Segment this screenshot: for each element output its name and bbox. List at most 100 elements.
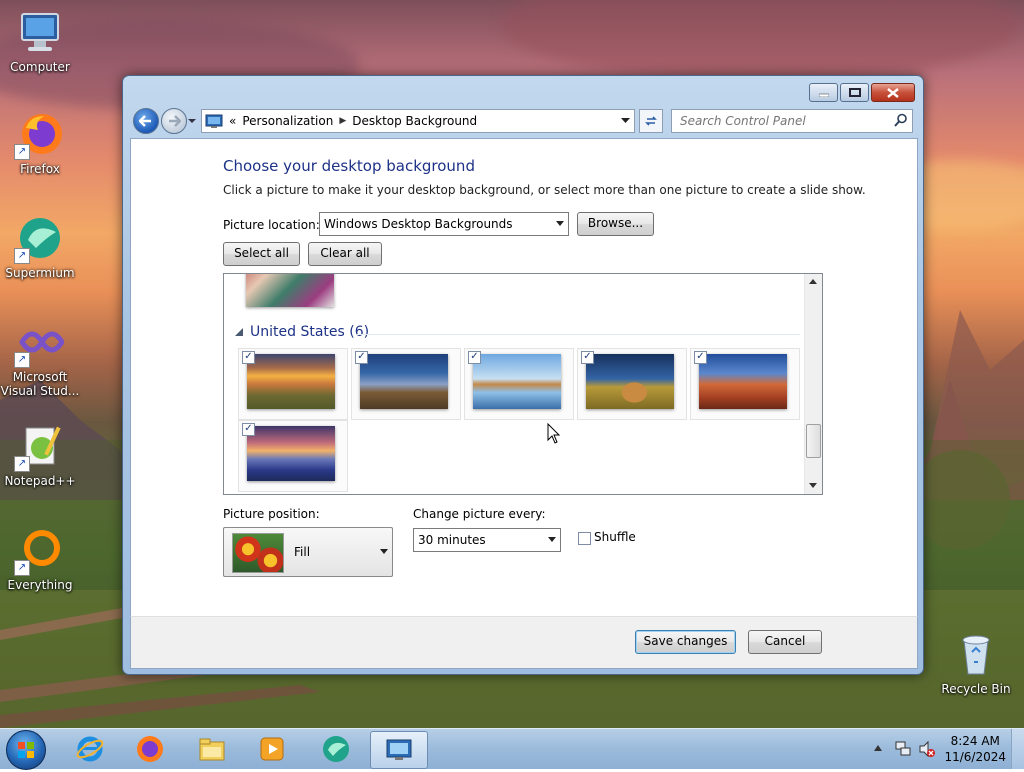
shuffle-checkbox[interactable] bbox=[578, 532, 591, 545]
taskbar: 8:24 AM 11/6/2024 bbox=[0, 728, 1024, 770]
gallery-scrollbar[interactable] bbox=[804, 274, 822, 494]
group-divider bbox=[356, 334, 800, 335]
show-hidden-icons-button[interactable] bbox=[874, 745, 882, 751]
chevron-down-icon bbox=[380, 549, 388, 554]
picture-thumbnail[interactable]: ✓ bbox=[577, 348, 687, 420]
group-header-united-states[interactable]: United States (6) bbox=[234, 324, 369, 340]
previous-group-thumbnail[interactable] bbox=[246, 274, 334, 307]
clock-date: 11/6/2024 bbox=[944, 750, 1006, 764]
recent-pages-button[interactable] bbox=[187, 115, 197, 125]
taskbar-media-player[interactable] bbox=[244, 731, 300, 767]
desktop-icon-everything[interactable]: ↗ Everything bbox=[0, 526, 80, 592]
breadcrumb-personalization[interactable]: Personalization bbox=[242, 114, 333, 128]
breadcrumb-overflow[interactable]: « bbox=[229, 114, 236, 128]
picture-position-select[interactable]: Fill bbox=[223, 527, 393, 577]
firefox-icon: ↗ bbox=[14, 110, 64, 160]
desktop-icon-computer[interactable]: Computer bbox=[0, 8, 80, 74]
breadcrumb-separator-icon[interactable]: ▶ bbox=[339, 116, 346, 126]
desktop-icon-label: Notepad++ bbox=[4, 474, 76, 488]
picture-position-label: Picture position: bbox=[223, 507, 320, 521]
shortcut-arrow-icon: ↗ bbox=[14, 352, 30, 368]
taskbar-internet-explorer[interactable] bbox=[62, 731, 118, 767]
cloud bbox=[500, 0, 1020, 80]
clear-all-button[interactable]: Clear all bbox=[308, 242, 382, 266]
search-input[interactable] bbox=[678, 113, 892, 129]
forward-button[interactable] bbox=[161, 108, 187, 134]
delicate-arch-image bbox=[699, 354, 787, 409]
shortcut-arrow-icon: ↗ bbox=[14, 144, 30, 160]
control-panel-icon bbox=[205, 114, 223, 128]
save-changes-button[interactable]: Save changes bbox=[635, 630, 736, 654]
shuffle-label[interactable]: Shuffle bbox=[594, 530, 636, 544]
start-button[interactable] bbox=[6, 730, 46, 770]
picture-checkbox[interactable]: ✓ bbox=[355, 351, 368, 364]
taskbar-firefox[interactable] bbox=[122, 731, 178, 767]
picture-gallery[interactable]: United States (6) ✓ ✓ ✓ ✓ ✓ ✓ bbox=[223, 273, 823, 495]
desktop-icon-label: Supermium bbox=[5, 266, 75, 280]
address-bar[interactable]: « Personalization ▶ Desktop Background bbox=[201, 109, 635, 133]
scroll-down-icon[interactable] bbox=[809, 483, 817, 488]
media-player-icon bbox=[260, 737, 284, 761]
picture-thumbnail[interactable]: ✓ bbox=[238, 420, 348, 492]
control-panel-icon bbox=[386, 739, 412, 760]
show-desktop-button[interactable] bbox=[1011, 729, 1024, 769]
change-every-label: Change picture every: bbox=[413, 507, 546, 521]
desktop-icon-label: Microsoft Visual Stud... bbox=[0, 370, 80, 398]
back-button[interactable] bbox=[133, 108, 159, 134]
recycle-bin-icon bbox=[952, 630, 1000, 678]
picture-checkbox[interactable]: ✓ bbox=[468, 351, 481, 364]
windows-logo-icon bbox=[18, 742, 34, 758]
taskbar-supermium[interactable] bbox=[308, 731, 364, 767]
scrollbar-thumb[interactable] bbox=[806, 424, 821, 458]
refresh-button[interactable] bbox=[639, 109, 663, 133]
arrow-right-icon bbox=[169, 115, 181, 127]
content-area: Choose your desktop background Click a p… bbox=[130, 138, 918, 618]
breadcrumb-desktop-background[interactable]: Desktop Background bbox=[352, 114, 477, 128]
volume-muted-icon[interactable] bbox=[918, 740, 936, 758]
system-tray: 8:24 AM 11/6/2024 bbox=[864, 729, 1024, 769]
change-every-select[interactable]: 30 minutes bbox=[413, 528, 561, 552]
picture-checkbox[interactable]: ✓ bbox=[242, 351, 255, 364]
desktop-icon-firefox[interactable]: ↗ Firefox bbox=[0, 110, 80, 176]
shortcut-arrow-icon: ↗ bbox=[14, 456, 30, 472]
desktop-icon-recycle-bin[interactable]: Recycle Bin bbox=[936, 630, 1016, 696]
desktop-icon-label: Recycle Bin bbox=[941, 682, 1011, 696]
chevron-down-icon bbox=[556, 221, 564, 226]
shortcut-arrow-icon: ↗ bbox=[14, 560, 30, 576]
picture-thumbnail[interactable]: ✓ bbox=[464, 348, 574, 420]
search-box[interactable] bbox=[671, 109, 913, 133]
browse-button[interactable]: Browse... bbox=[577, 212, 654, 236]
cancel-button[interactable]: Cancel bbox=[748, 630, 822, 654]
taskbar-control-panel[interactable] bbox=[370, 731, 428, 769]
picture-location-label: Picture location: bbox=[223, 218, 320, 232]
chevron-down-icon bbox=[188, 119, 196, 123]
lighthouse-image bbox=[360, 354, 448, 409]
desktop-icon-visual-studio[interactable]: ↗ Microsoft Visual Stud... bbox=[0, 318, 80, 398]
taskbar-file-explorer[interactable] bbox=[184, 731, 240, 767]
picture-location-value: Windows Desktop Backgrounds bbox=[324, 217, 513, 231]
picture-checkbox[interactable]: ✓ bbox=[242, 423, 255, 436]
desktop-icon-supermium[interactable]: ↗ Supermium bbox=[0, 214, 80, 280]
clock[interactable]: 8:24 AM 11/6/2024 bbox=[944, 733, 1006, 765]
search-icon[interactable] bbox=[894, 113, 908, 127]
close-button[interactable] bbox=[871, 83, 915, 102]
address-dropdown-button[interactable] bbox=[616, 110, 634, 132]
sunset-prairie-image bbox=[247, 354, 335, 409]
picture-position-value: Fill bbox=[294, 545, 311, 559]
picture-thumbnail[interactable]: ✓ bbox=[690, 348, 800, 420]
picture-thumbnail[interactable]: ✓ bbox=[238, 348, 348, 420]
visual-studio-icon: ↗ bbox=[14, 318, 65, 368]
minimize-button[interactable] bbox=[809, 83, 838, 102]
scroll-up-icon[interactable] bbox=[809, 279, 817, 284]
picture-thumbnail[interactable]: ✓ bbox=[351, 348, 461, 420]
maximize-button[interactable] bbox=[840, 83, 869, 102]
page-description: Click a picture to make it your desktop … bbox=[223, 183, 866, 197]
picture-location-select[interactable]: Windows Desktop Backgrounds bbox=[319, 212, 569, 236]
picture-checkbox[interactable]: ✓ bbox=[581, 351, 594, 364]
supermium-icon: ↗ bbox=[14, 214, 64, 264]
network-icon[interactable] bbox=[894, 740, 912, 758]
picture-checkbox[interactable]: ✓ bbox=[694, 351, 707, 364]
desktop-icon-notepadpp[interactable]: ↗ Notepad++ bbox=[0, 422, 80, 488]
select-all-button[interactable]: Select all bbox=[223, 242, 300, 266]
collapse-triangle-icon[interactable] bbox=[234, 327, 244, 337]
